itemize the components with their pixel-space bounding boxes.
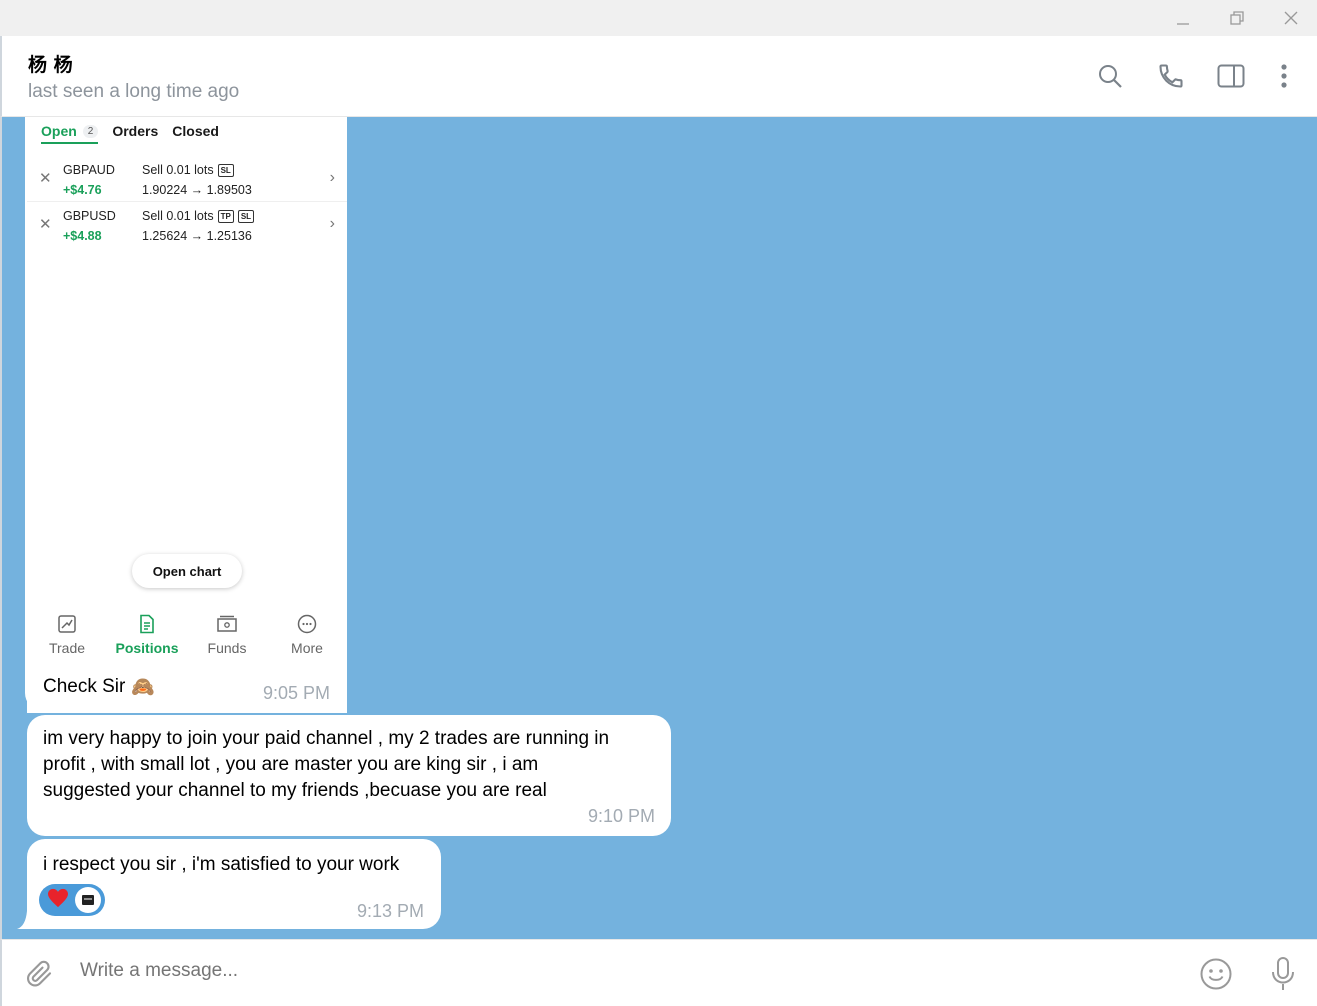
open-count-badge: 2: [82, 124, 99, 138]
minimize-icon[interactable]: [1156, 0, 1210, 36]
close-position-icon: ✕: [39, 216, 52, 233]
positions-document-icon: [107, 612, 187, 636]
chat-status: last seen a long time ago: [28, 81, 240, 102]
microphone-icon[interactable]: [1265, 956, 1301, 992]
sl-tag: SL: [237, 209, 255, 223]
tab-orders: Orders: [112, 123, 159, 139]
trade-row: ✕ GBPUSD +$4.88 Sell 0.01 lots TP SL 1.2…: [27, 203, 347, 248]
trading-screenshot[interactable]: Open 2 Orders Closed ✕ GBPAUD +$4.76 Sel…: [27, 117, 347, 713]
tab-closed: Closed: [172, 123, 219, 139]
attach-icon[interactable]: [22, 956, 58, 992]
phone-icon[interactable]: [1155, 60, 1187, 92]
message-text: i respect you sir , i'm satisfied to you…: [43, 854, 400, 875]
search-icon[interactable]: [1094, 60, 1126, 92]
trade-chart-icon: [27, 612, 107, 636]
more-circle-icon: [267, 612, 347, 636]
more-vertical-icon[interactable]: [1268, 60, 1300, 92]
funds-wallet-icon: [187, 612, 267, 636]
open-chart-button: Open chart: [132, 554, 242, 588]
trade-side: Sell 0.01 lots TP SL: [142, 209, 255, 223]
app-bottom-nav: Trade Positions Funds More: [27, 612, 347, 662]
tp-tag: TP: [217, 209, 234, 223]
trade-price: 1.25624 → 1.25136: [142, 229, 252, 243]
chevron-right-icon: ›: [329, 215, 335, 232]
nav-positions: Positions: [107, 612, 187, 656]
close-icon[interactable]: [1264, 0, 1317, 36]
message-composer: [0, 939, 1317, 1006]
heart-reaction-icon: [47, 888, 69, 913]
nav-more: More: [267, 612, 347, 656]
trade-pnl: +$4.76: [63, 183, 102, 197]
message-bubble[interactable]: im very happy to join your paid channel …: [27, 715, 671, 836]
message-caption: Check Sir 🙈: [43, 676, 156, 698]
message-time: 9:13 PM: [357, 901, 425, 921]
sl-tag: SL: [217, 163, 234, 177]
message-time: 9:05 PM: [263, 683, 331, 703]
trade-side: Sell 0.01 lots SL: [142, 163, 234, 177]
reactor-avatar: [75, 887, 101, 913]
see-no-evil-monkey-emoji: 🙈: [131, 677, 156, 698]
sidebar-toggle-icon[interactable]: [1215, 60, 1247, 92]
tab-open: Open 2: [41, 123, 99, 144]
restore-icon[interactable]: [1210, 0, 1264, 36]
window-titlebar: [0, 0, 1317, 36]
trade-pair: GBPUSD: [63, 209, 116, 223]
message-text: im very happy to join your paid channel …: [43, 728, 610, 801]
trade-row: ✕ GBPAUD +$4.76 Sell 0.01 lots SL 1.9022…: [27, 157, 347, 202]
trade-pnl: +$4.88: [63, 229, 102, 243]
nav-trade: Trade: [27, 612, 107, 656]
nav-funds: Funds: [187, 612, 267, 656]
trade-price: 1.90224 → 1.89503: [142, 183, 252, 197]
chat-title[interactable]: 杨 杨: [28, 50, 73, 77]
close-position-icon: ✕: [39, 170, 52, 187]
message-input[interactable]: [80, 960, 1160, 982]
trade-pair: GBPAUD: [63, 163, 115, 177]
bubble-tail: [17, 911, 27, 929]
positions-tabs: Open 2 Orders Closed: [41, 123, 219, 144]
chat-header: 杨 杨 last seen a long time ago: [0, 36, 1317, 117]
message-time: 9:10 PM: [588, 806, 656, 826]
message-bubble[interactable]: i respect you sir , i'm satisfied to you…: [27, 839, 441, 929]
emoji-icon[interactable]: [1198, 956, 1234, 992]
chevron-right-icon: ›: [329, 169, 335, 186]
reaction-pill[interactable]: [39, 884, 105, 916]
chat-messages-area[interactable]: Open 2 Orders Closed ✕ GBPAUD +$4.76 Sel…: [0, 117, 1317, 939]
